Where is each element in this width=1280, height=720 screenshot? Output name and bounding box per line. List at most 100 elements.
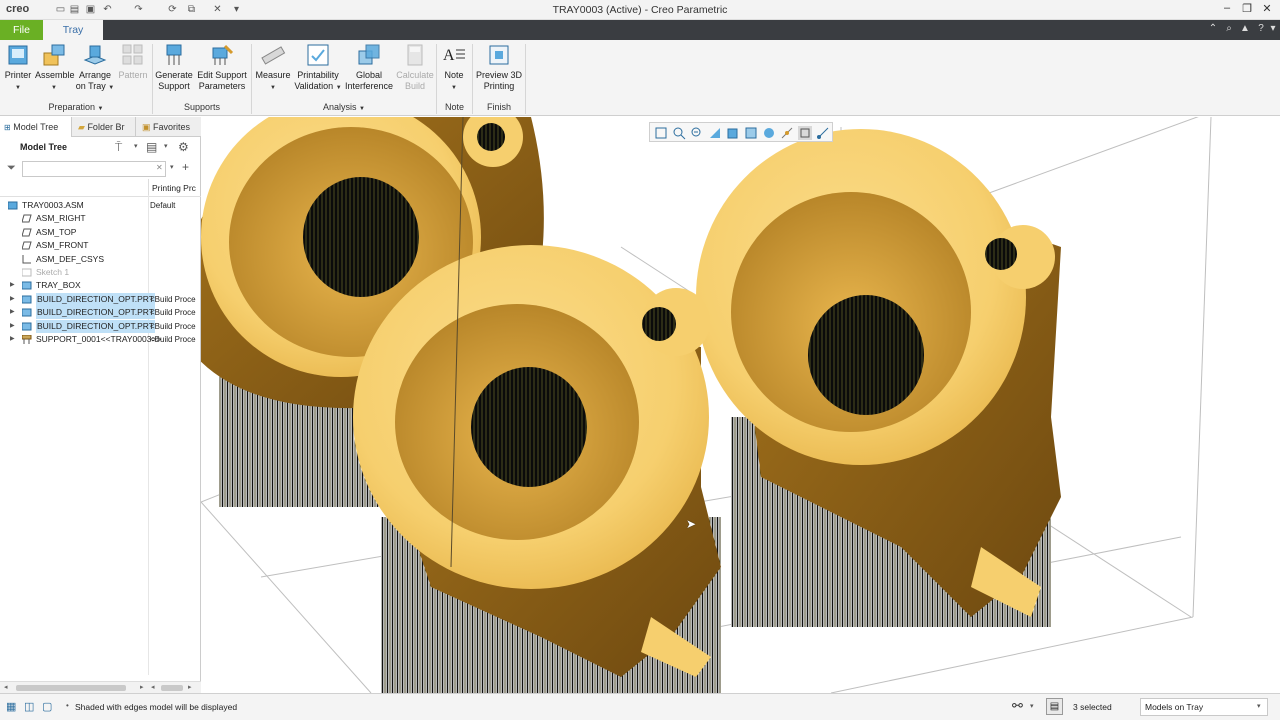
calculator-icon — [407, 44, 423, 66]
tree-row[interactable]: ▶ BUILD_DIRECTION_OPT.PRT <Build Proce — [0, 292, 201, 306]
edit-support-parameters-button[interactable]: Edit Support Parameters — [195, 42, 249, 92]
toggle-browser-icon[interactable]: ◫ — [24, 700, 34, 713]
tree-row[interactable]: ▶ BUILD_DIRECTION_OPT.PRT <Build Proce — [0, 319, 201, 333]
datum-plane-icon — [21, 241, 32, 250]
preview-3d-printing-button[interactable]: Preview 3D Printing — [475, 42, 523, 92]
global-interference-button[interactable]: Global Interference — [344, 42, 394, 92]
tree-settings-dropdown-icon[interactable]: ▾ — [134, 142, 138, 150]
printability-validation-button[interactable]: Printability Validation ▼ — [293, 42, 343, 94]
view-manager-icon[interactable] — [762, 126, 776, 140]
toggle-navigator-icon[interactable]: ▦ — [6, 700, 16, 713]
tree-row[interactable]: Sketch 1 — [0, 266, 201, 279]
printability-label-1: Printability — [297, 70, 339, 80]
scroll-right-icon-2[interactable]: ▸ — [188, 683, 192, 691]
ribbon: Printer ▼ Assemble ▼ Arrange on Tray ▼ Patt… — [0, 40, 1280, 116]
tree-row[interactable]: ASM_RIGHT — [0, 212, 201, 225]
selection-filter-icon[interactable]: ⚯ — [1012, 698, 1023, 714]
tree-row[interactable]: ASM_DEF_CSYS — [0, 253, 201, 266]
model-graphics[interactable] — [201, 117, 1280, 693]
assemble-button[interactable]: Assemble ▼ — [35, 42, 75, 94]
horizontal-scrollbar[interactable]: ◂ ▸ ◂ ▸ — [0, 681, 201, 693]
zoom-out-icon[interactable] — [690, 126, 704, 140]
tab-file[interactable]: File — [0, 20, 43, 40]
datum-display-filters-icon[interactable] — [798, 126, 812, 140]
folder-icon: ▰ — [78, 122, 85, 132]
tree-show-dropdown-icon[interactable]: ▾ — [164, 142, 168, 150]
tree-row[interactable]: ▶ TRAY_BOX — [0, 279, 201, 292]
preview-label-1: Preview 3D — [475, 70, 522, 80]
scroll-left-icon[interactable]: ◂ — [4, 683, 8, 691]
zoom-in-icon[interactable] — [672, 126, 686, 140]
group-analysis[interactable]: Analysis ▼ — [252, 102, 436, 112]
perspective-view-icon[interactable] — [780, 126, 794, 140]
measure-button[interactable]: Measure ▼ — [254, 42, 292, 94]
minimize-icon[interactable]: – — [1218, 2, 1236, 14]
clear-search-icon[interactable]: ✕ — [156, 163, 163, 172]
group-preparation[interactable]: Preparation ▼ — [0, 102, 152, 112]
tree-row[interactable]: ASM_TOP — [0, 226, 201, 239]
selected-items-icon[interactable]: ▤ — [1046, 698, 1063, 715]
model-tree-search-input[interactable] — [22, 161, 166, 177]
scrollbar-thumb-2[interactable] — [161, 685, 183, 691]
expand-arrow-icon[interactable]: ▶ — [10, 306, 15, 319]
generate-support-button[interactable]: Generate Support — [155, 42, 193, 92]
selection-filter-select[interactable]: Models on Tray ▾ — [1140, 698, 1268, 716]
group-supports: Supports — [183, 102, 221, 112]
printer-button[interactable]: Printer ▼ — [2, 42, 34, 94]
tree-row[interactable]: ▶ BUILD_DIRECTION_OPT.PRT <Build Proce — [0, 306, 201, 320]
display-style-icon[interactable] — [726, 126, 740, 140]
arrange-on-tray-button[interactable]: Arrange on Tray ▼ — [74, 42, 116, 94]
scroll-left-icon-2[interactable]: ◂ — [151, 683, 155, 691]
scrollbar-thumb[interactable] — [16, 685, 126, 691]
graphics-viewport[interactable]: ➤ — [201, 117, 1280, 693]
tab-favorites[interactable]: ▣ Favorites — [138, 117, 201, 137]
printability-label-2: Validation — [294, 81, 334, 91]
tree-row[interactable]: ▶ SUPPORT_0001<<TRAY0003>> <Build Proce — [0, 333, 201, 346]
expand-arrow-icon[interactable]: ▶ — [10, 293, 15, 306]
sketch-icon — [21, 268, 32, 277]
repaint-icon[interactable] — [708, 126, 722, 140]
tree-show-icon[interactable]: ▤ — [146, 140, 157, 154]
close-icon[interactable]: ✕ — [1258, 2, 1276, 15]
model-tree-body: TRAY0003.ASM Default ASM_RIGHT ASM_TOP ASM_F… — [0, 195, 201, 677]
refit-icon[interactable] — [654, 126, 668, 140]
help-cap-icon[interactable]: ▲ — [1238, 23, 1252, 34]
edit-support-label-1: Edit Support — [197, 70, 247, 80]
search-icon[interactable]: ⌕ — [1222, 23, 1236, 34]
help-dropdown-icon[interactable]: ▾ — [1266, 23, 1280, 34]
assemble-icon — [43, 44, 65, 66]
part-icon — [21, 281, 32, 290]
datum-plane-icon — [21, 214, 32, 223]
tab-folder-browser[interactable]: ▰ Folder Br — [74, 117, 136, 137]
favorites-icon: ▣ — [142, 122, 151, 132]
note-icon: A — [443, 47, 465, 64]
selection-filter-dropdown-icon[interactable]: ▾ — [1030, 702, 1034, 710]
tab-model-tree[interactable]: ⊞ Model Tree — [0, 117, 72, 137]
expand-arrow-icon[interactable]: ▶ — [10, 320, 15, 333]
add-column-icon[interactable]: + — [182, 160, 189, 174]
column-printing-process[interactable]: Printing Prc — [152, 183, 200, 193]
saved-orientations-icon[interactable] — [744, 126, 758, 140]
tree-settings-icon[interactable]: ⍑ — [115, 140, 122, 155]
calculate-build-button[interactable]: Calculate Build — [395, 42, 435, 92]
tree-row-printing-process: <Build Proce — [150, 294, 196, 304]
restore-icon[interactable]: ❐ — [1238, 2, 1256, 15]
expand-arrow-icon[interactable]: ▶ — [10, 333, 15, 346]
calculate-label-2: Build — [404, 81, 425, 91]
search-dropdown-icon[interactable]: ▾ — [170, 163, 174, 171]
minimize-ribbon-icon[interactable]: ⌃ — [1206, 23, 1220, 34]
expand-arrow-icon[interactable]: ▶ — [10, 279, 15, 292]
tree-row[interactable]: ASM_FRONT — [0, 239, 201, 252]
tree-row[interactable]: TRAY0003.ASM Default — [0, 199, 201, 212]
part-icon — [21, 308, 32, 317]
full-screen-icon[interactable]: ▢ — [42, 700, 52, 713]
tab-tray[interactable]: Tray — [43, 20, 103, 40]
navigator-panel: ⊞ Model Tree ▰ Folder Br ▣ Favorites Mod… — [0, 117, 201, 693]
tree-filter-settings-icon[interactable]: ⚙ — [178, 140, 189, 154]
note-button[interactable]: A Note ▼ — [439, 42, 469, 94]
tab-favorites-label: Favorites — [153, 122, 191, 132]
annotation-display-icon[interactable] — [816, 126, 830, 140]
pattern-button[interactable]: Pattern — [117, 42, 149, 81]
pattern-icon — [122, 44, 143, 65]
scroll-right-icon[interactable]: ▸ — [140, 683, 144, 691]
